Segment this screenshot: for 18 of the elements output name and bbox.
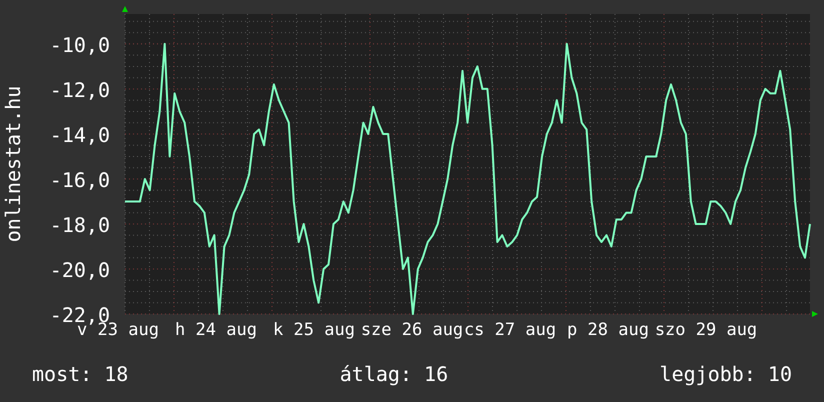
y-tick-label: -14,0 — [50, 122, 110, 147]
y-tick-label: -20,0 — [50, 258, 110, 282]
y-tick-label: -16,0 — [50, 168, 110, 192]
x-tick-label: sze 26 aug — [360, 320, 464, 340]
axis-arrow-icon — [812, 311, 818, 317]
axis-arrow-icon — [122, 6, 128, 12]
y-tick-label: -10,0 — [50, 32, 110, 57]
stat-text: most: 18 — [32, 362, 128, 386]
x-tick-label: h 24 aug — [175, 320, 257, 340]
stat-text: átlag: 16 — [340, 362, 448, 386]
y-axis-label: onlinestat.hu — [1, 86, 25, 242]
x-tick-label: cs 27 aug — [464, 320, 556, 340]
x-tick-label: szo 29 aug — [654, 320, 758, 340]
y-tick-label: -12,0 — [50, 78, 110, 102]
x-tick-label: k 25 aug — [273, 320, 355, 340]
x-tick-label: p 28 aug — [567, 320, 649, 340]
y-tick-label: -18,0 — [50, 212, 110, 237]
stat-text: legjobb: 10 — [660, 362, 792, 386]
